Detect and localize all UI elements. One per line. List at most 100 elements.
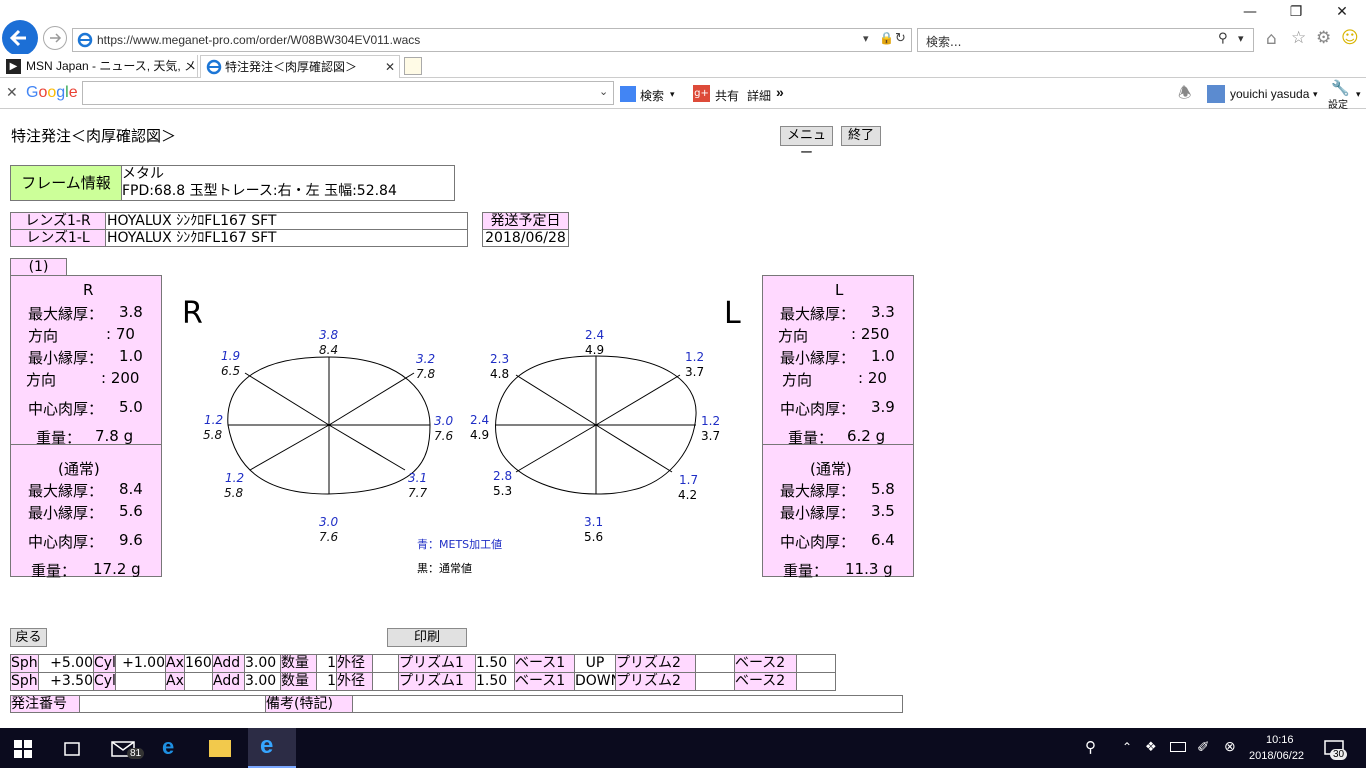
wrench-icon[interactable]: 🔧 — [1331, 79, 1350, 97]
share-button[interactable]: 共有 — [715, 87, 739, 104]
max-label: 最大縁厚： — [28, 305, 104, 323]
chevron-down-icon[interactable]: ▾ — [1356, 89, 1361, 100]
tab-active[interactable]: 特注発注＜肉厚確認図＞ ✕ — [200, 55, 400, 78]
pen-icon[interactable]: ✐ — [1197, 738, 1210, 756]
od-label: 外径 — [336, 654, 373, 673]
left-thin-panel: L 最大縁厚： 3.3 方向 : 250 最小縁厚： 1.0 方向 : 20 中… — [762, 275, 914, 447]
close-button[interactable]: ✕ — [1330, 2, 1354, 22]
home-icon[interactable]: ⌂ — [1266, 29, 1277, 49]
l-bottomleft-mets: 2.8 — [493, 469, 513, 483]
legend-black: 黒：通常値 — [417, 562, 472, 575]
ship-date-label: 発送予定日 — [482, 212, 569, 230]
ship-date-value: 2018/06/28 — [482, 229, 569, 247]
l-bottom-normal: 5.6 — [584, 530, 604, 544]
settings-label[interactable]: 設定 — [1328, 96, 1348, 111]
max-value: 8.4 — [119, 480, 143, 498]
menu-button[interactable]: メニュー — [780, 126, 833, 161]
search-dropdown-icon[interactable]: ▾ — [1238, 32, 1244, 45]
avatar[interactable] — [1207, 85, 1225, 103]
search-icon[interactable]: ⚲ — [1218, 31, 1228, 46]
close-toolbar-icon[interactable]: ✕ — [6, 84, 18, 101]
base2-value — [796, 654, 836, 673]
exit-button[interactable]: 終了 — [841, 126, 881, 146]
lock-icon[interactable]: 🔒 — [879, 31, 894, 45]
l-right-normal: 3.7 — [701, 429, 721, 443]
min-value: 3.5 — [871, 502, 895, 520]
r-right-mets: 3.0 — [434, 414, 454, 428]
base2-label: ベース2 — [734, 672, 797, 691]
panel-title: L — [835, 281, 844, 299]
mail-badge: 81 — [127, 748, 145, 759]
google-plus-icon[interactable]: g+ — [693, 85, 710, 102]
details-button[interactable]: 詳細 — [747, 87, 771, 104]
notification-badge: 30 — [1330, 749, 1348, 760]
smiley-icon[interactable]: ☺ — [1341, 28, 1359, 48]
edge-icon[interactable]: e — [162, 734, 174, 760]
dropdown-icon[interactable]: ▾ — [863, 32, 869, 45]
forward-nav-button[interactable] — [43, 26, 67, 50]
r-left-mets: 1.2 — [204, 413, 224, 427]
r-left-normal: 5.8 — [203, 428, 223, 442]
chevron-down-icon[interactable]: ⌄ — [599, 85, 608, 98]
r-topleft-mets: 1.9 — [221, 349, 241, 363]
max-label: 最大縁厚： — [780, 305, 856, 323]
dir1-label: 方向 — [778, 327, 809, 345]
google-search-icon[interactable] — [620, 86, 636, 102]
favorites-star-icon[interactable]: ☆ — [1291, 28, 1306, 48]
new-tab-button[interactable] — [404, 57, 422, 75]
google-search-button[interactable]: 検索 — [640, 87, 664, 104]
l-topleft-normal: 4.8 — [490, 367, 510, 381]
dropbox-icon[interactable]: ❖ — [1145, 739, 1157, 755]
weight-value: 7.8 g — [95, 427, 134, 445]
sph-label: Sph — [10, 654, 39, 673]
people-icon[interactable]: ⚲ — [1085, 738, 1096, 756]
ie-page-icon — [77, 32, 93, 48]
base2-value — [796, 672, 836, 691]
windows-start-icon[interactable] — [14, 740, 32, 758]
ax-label: Ax — [165, 672, 185, 691]
dir1-label: 方向 — [28, 327, 59, 345]
chevron-up-icon[interactable]: ⌃ — [1122, 740, 1132, 754]
google-search-input[interactable]: ⌄ — [82, 81, 614, 105]
user-name[interactable]: youichi yasuda — [1230, 87, 1309, 101]
folder-icon[interactable] — [209, 740, 231, 757]
r-top-normal: 8.4 — [319, 343, 339, 357]
ie-taskbar-button[interactable]: e — [248, 728, 296, 768]
task-view-icon[interactable] — [62, 740, 82, 758]
chevron-down-icon[interactable]: ▾ — [670, 89, 675, 100]
center-label: 中心肉厚： — [28, 400, 104, 418]
l-left-mets: 2.4 — [470, 413, 490, 427]
min-label: 最小縁厚： — [780, 349, 856, 367]
base1-value: DOWN — [574, 672, 616, 691]
close-tab-icon[interactable]: ✕ — [385, 56, 395, 78]
refresh-icon[interactable]: ↻ — [895, 31, 906, 46]
r-top-mets: 3.8 — [319, 328, 339, 342]
tab-1[interactable]: (1) — [10, 258, 67, 276]
remarks-label: 備考(特記) — [265, 695, 353, 713]
chevron-down-icon[interactable]: ▾ — [1313, 89, 1318, 100]
google-logo: Google — [26, 84, 78, 101]
volume-muted-icon[interactable]: ⊗ — [1224, 738, 1236, 755]
page-title: 特注発注＜肉厚確認図＞ — [11, 127, 177, 145]
minimize-button[interactable]: — — [1238, 2, 1262, 22]
back-button[interactable]: 戻る — [10, 628, 47, 647]
right-normal-panel: (通常) 最大縁厚： 8.4 最小縁厚： 5.6 中心肉厚： 9.6 重量： 1… — [10, 444, 162, 580]
max-label: 最大縁厚： — [28, 482, 104, 500]
battery-icon[interactable] — [1170, 742, 1186, 752]
url-input[interactable]: https://www.meganet-pro.com/order/W08BW3… — [72, 28, 912, 52]
print-button[interactable]: 印刷 — [387, 628, 467, 647]
more-button[interactable]: » — [776, 84, 784, 100]
clock-date[interactable]: 2018/06/22 — [1249, 750, 1304, 762]
url-text: https://www.meganet-pro.com/order/W08BW3… — [97, 33, 421, 47]
center-value: 3.9 — [871, 398, 895, 416]
bell-icon[interactable]: 🕭 — [1178, 83, 1191, 108]
tab-msn[interactable]: ▶ MSN Japan - ニュース, 天気, メー... — [2, 55, 198, 78]
base1-label: ベース1 — [514, 672, 575, 691]
clock-time[interactable]: 10:16 — [1266, 734, 1294, 746]
search-input[interactable]: 検索... ⚲ ▾ — [917, 28, 1254, 52]
restore-button[interactable]: ❐ — [1284, 2, 1308, 22]
min-label: 最小縁厚： — [28, 504, 104, 522]
back-nav-button[interactable] — [2, 20, 38, 56]
base1-value: UP — [574, 654, 616, 673]
gear-icon[interactable]: ⚙ — [1316, 28, 1331, 48]
